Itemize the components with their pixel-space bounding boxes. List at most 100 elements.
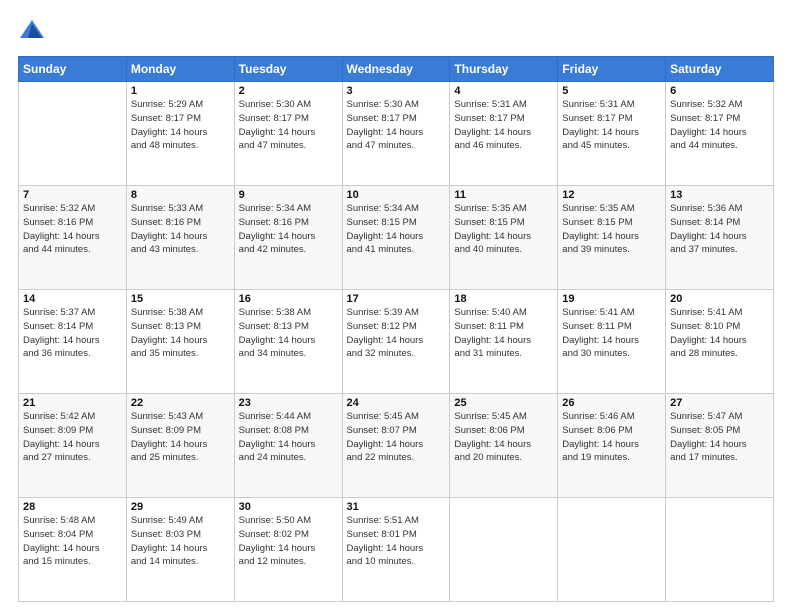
day-info: Sunrise: 5:31 AM Sunset: 8:17 PM Dayligh…: [454, 98, 553, 153]
day-number: 31: [347, 501, 446, 513]
calendar-cell: 19Sunrise: 5:41 AM Sunset: 8:11 PM Dayli…: [558, 290, 666, 394]
day-info: Sunrise: 5:33 AM Sunset: 8:16 PM Dayligh…: [131, 202, 230, 257]
calendar-cell: 18Sunrise: 5:40 AM Sunset: 8:11 PM Dayli…: [450, 290, 558, 394]
day-number: 22: [131, 397, 230, 409]
day-info: Sunrise: 5:51 AM Sunset: 8:01 PM Dayligh…: [347, 514, 446, 569]
calendar-cell: 7Sunrise: 5:32 AM Sunset: 8:16 PM Daylig…: [19, 186, 127, 290]
weekday-header: Friday: [558, 57, 666, 82]
logo-icon: [18, 18, 46, 46]
day-info: Sunrise: 5:29 AM Sunset: 8:17 PM Dayligh…: [131, 98, 230, 153]
header: [18, 18, 774, 46]
day-number: 7: [23, 189, 122, 201]
day-info: Sunrise: 5:42 AM Sunset: 8:09 PM Dayligh…: [23, 410, 122, 465]
calendar-cell: 8Sunrise: 5:33 AM Sunset: 8:16 PM Daylig…: [126, 186, 234, 290]
day-number: 30: [239, 501, 338, 513]
day-info: Sunrise: 5:31 AM Sunset: 8:17 PM Dayligh…: [562, 98, 661, 153]
calendar-cell: 16Sunrise: 5:38 AM Sunset: 8:13 PM Dayli…: [234, 290, 342, 394]
day-number: 2: [239, 85, 338, 97]
day-info: Sunrise: 5:40 AM Sunset: 8:11 PM Dayligh…: [454, 306, 553, 361]
logo: [18, 18, 50, 46]
day-info: Sunrise: 5:30 AM Sunset: 8:17 PM Dayligh…: [239, 98, 338, 153]
calendar-table: SundayMondayTuesdayWednesdayThursdayFrid…: [18, 56, 774, 602]
day-info: Sunrise: 5:35 AM Sunset: 8:15 PM Dayligh…: [454, 202, 553, 257]
day-info: Sunrise: 5:38 AM Sunset: 8:13 PM Dayligh…: [239, 306, 338, 361]
day-info: Sunrise: 5:34 AM Sunset: 8:16 PM Dayligh…: [239, 202, 338, 257]
day-info: Sunrise: 5:30 AM Sunset: 8:17 PM Dayligh…: [347, 98, 446, 153]
weekday-header: Thursday: [450, 57, 558, 82]
calendar-week-row: 7Sunrise: 5:32 AM Sunset: 8:16 PM Daylig…: [19, 186, 774, 290]
calendar-week-row: 28Sunrise: 5:48 AM Sunset: 8:04 PM Dayli…: [19, 498, 774, 602]
calendar-cell: 31Sunrise: 5:51 AM Sunset: 8:01 PM Dayli…: [342, 498, 450, 602]
weekday-header: Wednesday: [342, 57, 450, 82]
weekday-header: Tuesday: [234, 57, 342, 82]
day-info: Sunrise: 5:41 AM Sunset: 8:10 PM Dayligh…: [670, 306, 769, 361]
calendar-cell: 3Sunrise: 5:30 AM Sunset: 8:17 PM Daylig…: [342, 82, 450, 186]
day-info: Sunrise: 5:46 AM Sunset: 8:06 PM Dayligh…: [562, 410, 661, 465]
calendar-week-row: 14Sunrise: 5:37 AM Sunset: 8:14 PM Dayli…: [19, 290, 774, 394]
day-number: 12: [562, 189, 661, 201]
day-info: Sunrise: 5:34 AM Sunset: 8:15 PM Dayligh…: [347, 202, 446, 257]
day-info: Sunrise: 5:32 AM Sunset: 8:17 PM Dayligh…: [670, 98, 769, 153]
page: SundayMondayTuesdayWednesdayThursdayFrid…: [0, 0, 792, 612]
calendar-cell: 4Sunrise: 5:31 AM Sunset: 8:17 PM Daylig…: [450, 82, 558, 186]
calendar-cell: 9Sunrise: 5:34 AM Sunset: 8:16 PM Daylig…: [234, 186, 342, 290]
calendar-cell: 13Sunrise: 5:36 AM Sunset: 8:14 PM Dayli…: [666, 186, 774, 290]
day-info: Sunrise: 5:47 AM Sunset: 8:05 PM Dayligh…: [670, 410, 769, 465]
calendar-cell: 1Sunrise: 5:29 AM Sunset: 8:17 PM Daylig…: [126, 82, 234, 186]
day-info: Sunrise: 5:44 AM Sunset: 8:08 PM Dayligh…: [239, 410, 338, 465]
calendar-cell: [19, 82, 127, 186]
day-number: 10: [347, 189, 446, 201]
calendar-week-row: 21Sunrise: 5:42 AM Sunset: 8:09 PM Dayli…: [19, 394, 774, 498]
day-number: 15: [131, 293, 230, 305]
weekday-row: SundayMondayTuesdayWednesdayThursdayFrid…: [19, 57, 774, 82]
day-info: Sunrise: 5:45 AM Sunset: 8:07 PM Dayligh…: [347, 410, 446, 465]
day-number: 24: [347, 397, 446, 409]
day-info: Sunrise: 5:39 AM Sunset: 8:12 PM Dayligh…: [347, 306, 446, 361]
day-number: 1: [131, 85, 230, 97]
day-number: 4: [454, 85, 553, 97]
day-info: Sunrise: 5:32 AM Sunset: 8:16 PM Dayligh…: [23, 202, 122, 257]
calendar-cell: [666, 498, 774, 602]
day-info: Sunrise: 5:43 AM Sunset: 8:09 PM Dayligh…: [131, 410, 230, 465]
day-number: 26: [562, 397, 661, 409]
day-info: Sunrise: 5:49 AM Sunset: 8:03 PM Dayligh…: [131, 514, 230, 569]
day-info: Sunrise: 5:35 AM Sunset: 8:15 PM Dayligh…: [562, 202, 661, 257]
calendar-week-row: 1Sunrise: 5:29 AM Sunset: 8:17 PM Daylig…: [19, 82, 774, 186]
calendar-cell: 29Sunrise: 5:49 AM Sunset: 8:03 PM Dayli…: [126, 498, 234, 602]
day-number: 29: [131, 501, 230, 513]
day-number: 16: [239, 293, 338, 305]
calendar-cell: 26Sunrise: 5:46 AM Sunset: 8:06 PM Dayli…: [558, 394, 666, 498]
calendar-cell: 23Sunrise: 5:44 AM Sunset: 8:08 PM Dayli…: [234, 394, 342, 498]
weekday-header: Saturday: [666, 57, 774, 82]
calendar-cell: 2Sunrise: 5:30 AM Sunset: 8:17 PM Daylig…: [234, 82, 342, 186]
day-info: Sunrise: 5:41 AM Sunset: 8:11 PM Dayligh…: [562, 306, 661, 361]
calendar-cell: 22Sunrise: 5:43 AM Sunset: 8:09 PM Dayli…: [126, 394, 234, 498]
day-number: 28: [23, 501, 122, 513]
calendar-body: 1Sunrise: 5:29 AM Sunset: 8:17 PM Daylig…: [19, 82, 774, 602]
day-number: 11: [454, 189, 553, 201]
weekday-header: Monday: [126, 57, 234, 82]
day-info: Sunrise: 5:45 AM Sunset: 8:06 PM Dayligh…: [454, 410, 553, 465]
calendar-cell: 20Sunrise: 5:41 AM Sunset: 8:10 PM Dayli…: [666, 290, 774, 394]
day-number: 8: [131, 189, 230, 201]
calendar-cell: 10Sunrise: 5:34 AM Sunset: 8:15 PM Dayli…: [342, 186, 450, 290]
day-number: 3: [347, 85, 446, 97]
day-info: Sunrise: 5:37 AM Sunset: 8:14 PM Dayligh…: [23, 306, 122, 361]
calendar-cell: 25Sunrise: 5:45 AM Sunset: 8:06 PM Dayli…: [450, 394, 558, 498]
day-number: 6: [670, 85, 769, 97]
day-info: Sunrise: 5:36 AM Sunset: 8:14 PM Dayligh…: [670, 202, 769, 257]
calendar-cell: 11Sunrise: 5:35 AM Sunset: 8:15 PM Dayli…: [450, 186, 558, 290]
day-number: 14: [23, 293, 122, 305]
day-number: 27: [670, 397, 769, 409]
calendar-cell: 12Sunrise: 5:35 AM Sunset: 8:15 PM Dayli…: [558, 186, 666, 290]
day-number: 5: [562, 85, 661, 97]
calendar-cell: 6Sunrise: 5:32 AM Sunset: 8:17 PM Daylig…: [666, 82, 774, 186]
day-number: 20: [670, 293, 769, 305]
day-number: 17: [347, 293, 446, 305]
day-info: Sunrise: 5:38 AM Sunset: 8:13 PM Dayligh…: [131, 306, 230, 361]
calendar-header: SundayMondayTuesdayWednesdayThursdayFrid…: [19, 57, 774, 82]
calendar-cell: 28Sunrise: 5:48 AM Sunset: 8:04 PM Dayli…: [19, 498, 127, 602]
calendar-cell: [450, 498, 558, 602]
calendar-cell: 30Sunrise: 5:50 AM Sunset: 8:02 PM Dayli…: [234, 498, 342, 602]
day-number: 18: [454, 293, 553, 305]
